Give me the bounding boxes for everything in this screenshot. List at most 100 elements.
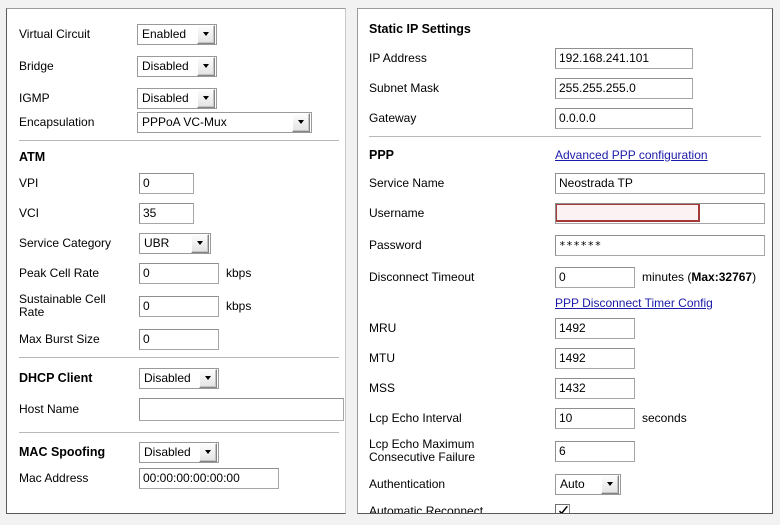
label-virtual-circuit: Virtual Circuit [19, 26, 91, 41]
row-ppp-disconnect-timer-link: PPP Disconnect Timer Config [555, 296, 713, 310]
select-bridge[interactable]: Disabled [137, 55, 217, 77]
right-settings-panel: Static IP Settings IP Address 192.168.24… [357, 8, 773, 514]
row-host-name: Host Name [19, 397, 344, 421]
label-sustainable-cell-rate: Sustainable Cell Rate [19, 292, 106, 319]
link-ppp-disconnect-timer-config[interactable]: PPP Disconnect Timer Config [555, 296, 713, 310]
row-ppp-heading: PPP Advanced PPP configuration [369, 145, 761, 165]
input-vci[interactable]: 35 [139, 202, 194, 224]
input-service-name[interactable]: Neostrada TP [555, 172, 765, 194]
input-mss[interactable]: 1432 [555, 377, 635, 399]
row-disconnect-timeout: Disconnect Timeout 0 minutes (Max:32767) [369, 266, 769, 288]
row-subnet-mask: Subnet Mask 255.255.255.0 [369, 77, 759, 99]
input-username-wrapper[interactable] [555, 202, 765, 224]
select-encapsulation[interactable]: PPPoA VC-Mux [137, 111, 312, 133]
label-automatic-reconnect: Automatic Reconnect [369, 503, 484, 514]
select-authentication[interactable]: Auto [555, 473, 621, 495]
select-service-category[interactable]: UBR [139, 232, 211, 254]
input-ip-address[interactable]: 192.168.241.101 [555, 47, 693, 69]
link-advanced-ppp-configuration[interactable]: Advanced PPP configuration [555, 148, 708, 162]
row-sustainable-cell-rate: Sustainable Cell Rate 0 kbps [19, 290, 339, 322]
heading-static-ip-settings-text: Static IP Settings [369, 22, 471, 36]
input-password[interactable]: ****** [555, 234, 765, 256]
select-virtual-circuit-value: Enabled [142, 27, 187, 41]
heading-mac-spoofing: MAC Spoofing [19, 444, 106, 459]
heading-ppp: PPP [369, 147, 395, 162]
label-gateway: Gateway [369, 110, 417, 125]
chevron-down-icon [197, 88, 215, 108]
select-igmp-value: Disabled [142, 91, 189, 105]
unit-disconnect-timeout: minutes (Max:32767) [642, 270, 756, 284]
input-sustainable-cell-rate[interactable]: 0 [139, 295, 219, 317]
input-lcp-echo-interval[interactable]: 10 [555, 407, 635, 429]
row-mac-spoofing: MAC Spoofing Disabled [19, 441, 339, 463]
input-mru[interactable]: 1492 [555, 317, 635, 339]
input-disconnect-timeout[interactable]: 0 [555, 266, 635, 288]
input-lcp-echo-maximum-consecutive-failure[interactable]: 6 [555, 440, 635, 462]
label-host-name: Host Name [19, 401, 80, 416]
select-virtual-circuit[interactable]: Enabled [137, 23, 217, 45]
select-dhcp-client[interactable]: Disabled [139, 367, 219, 389]
label-service-name: Service Name [369, 175, 445, 190]
select-igmp[interactable]: Disabled [137, 87, 217, 109]
heading-static-ip-settings: Static IP Settings [369, 22, 471, 36]
row-mru: MRU 1492 [369, 317, 769, 339]
label-username: Username [369, 205, 425, 220]
max-value: Max:32767 [691, 270, 753, 284]
input-subnet-mask[interactable]: 255.255.255.0 [555, 77, 693, 99]
input-peak-cell-rate[interactable]: 0 [139, 262, 219, 284]
row-lcp-echo-interval: Lcp Echo Interval 10 seconds [369, 407, 769, 429]
select-bridge-value: Disabled [142, 59, 189, 73]
label-vpi: VPI [19, 175, 39, 190]
input-vpi[interactable]: 0 [139, 172, 194, 194]
chevron-down-icon [197, 24, 215, 44]
left-settings-panel: Virtual Circuit Enabled Bridge Disabled … [6, 8, 346, 514]
row-password: Password ****** [369, 234, 769, 256]
separator-atm [19, 140, 339, 141]
select-authentication-value: Auto [560, 477, 585, 491]
input-mac-address[interactable]: 00:00:00:00:00:00 [139, 467, 279, 489]
input-mtu[interactable]: 1492 [555, 347, 635, 369]
select-mac-spoofing[interactable]: Disabled [139, 441, 219, 463]
chevron-down-icon [197, 56, 215, 76]
unit-disconnect-timeout-text: minutes [642, 270, 685, 284]
row-encapsulation: Encapsulation PPPoA VC-Mux [19, 111, 334, 133]
label-lcp-echo-interval: Lcp Echo Interval [369, 410, 462, 425]
row-mac-address: Mac Address 00:00:00:00:00:00 [19, 467, 339, 489]
chevron-down-icon [199, 368, 217, 388]
row-ip-address: IP Address 192.168.241.101 [369, 47, 759, 69]
chevron-down-icon [199, 442, 217, 462]
select-mac-spoofing-value: Disabled [144, 445, 191, 459]
label-subnet-mask: Subnet Mask [369, 80, 440, 95]
label-mac-address: Mac Address [19, 470, 89, 485]
chevron-down-icon [292, 112, 310, 132]
select-dhcp-client-value: Disabled [144, 371, 191, 385]
label-lcp-echo-maximum-consecutive-failure: Lcp Echo Maximum Consecutive Failure [369, 437, 476, 464]
checkbox-automatic-reconnect[interactable] [555, 503, 570, 513]
input-gateway[interactable]: 0.0.0.0 [555, 107, 693, 129]
input-max-burst-size[interactable]: 0 [139, 328, 219, 350]
row-vci: VCI 35 [19, 202, 339, 224]
row-peak-cell-rate: Peak Cell Rate 0 kbps [19, 262, 339, 284]
row-mss: MSS 1432 [369, 377, 769, 399]
row-vpi: VPI 0 [19, 172, 339, 194]
row-username: Username [369, 202, 769, 224]
row-automatic-reconnect: Automatic Reconnect [369, 501, 769, 514]
row-service-category: Service Category UBR [19, 232, 339, 254]
label-vci: VCI [19, 205, 40, 220]
label-password: Password [369, 237, 422, 252]
row-lcp-echo-maximum-consecutive-failure: Lcp Echo Maximum Consecutive Failure 6 [369, 435, 769, 467]
row-service-name: Service Name Neostrada TP [369, 172, 769, 194]
label-bridge: Bridge [19, 58, 54, 73]
router-wan-config-screen: Virtual Circuit Enabled Bridge Disabled … [0, 0, 780, 525]
row-bridge: Bridge Disabled [19, 55, 334, 77]
row-authentication: Authentication Auto [369, 473, 769, 495]
input-host-name[interactable] [139, 397, 344, 421]
label-encapsulation: Encapsulation [19, 114, 95, 129]
label-mru: MRU [369, 320, 397, 335]
label-igmp: IGMP [19, 90, 50, 105]
select-service-category-value: UBR [144, 236, 170, 250]
input-username[interactable] [556, 203, 700, 222]
chevron-down-icon [191, 233, 209, 253]
label-ip-address: IP Address [369, 50, 427, 65]
row-igmp: IGMP Disabled [19, 87, 334, 109]
